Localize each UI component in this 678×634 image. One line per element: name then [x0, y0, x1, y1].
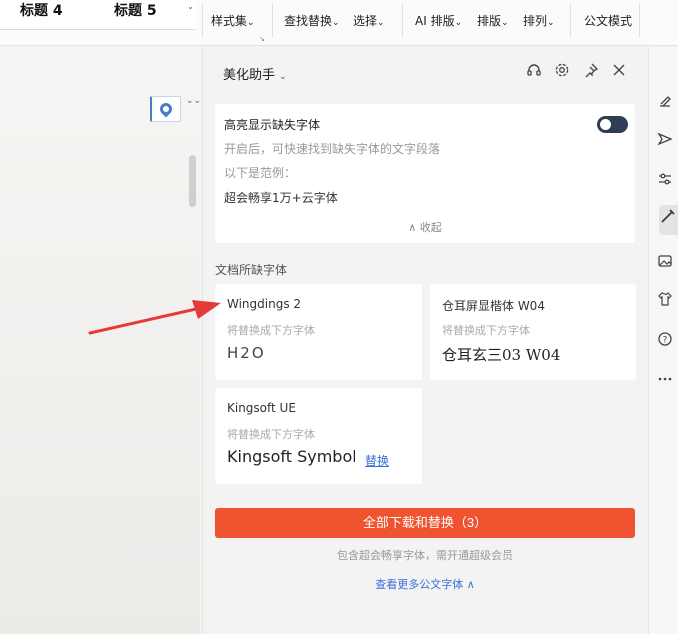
shirt-icon[interactable] [657, 291, 678, 313]
select-button[interactable]: 选择⌄ [353, 12, 385, 29]
membership-note: 包含超会畅享字体，需开通超级会员 [337, 549, 513, 562]
layout-button[interactable]: 排版⌄ [477, 12, 509, 29]
font-card-wingdings2[interactable]: Wingdings 2 将替换成下方字体 H2O [215, 284, 422, 380]
beautify-assistant-panel: 美化助手 ⌄ 高亮显示缺失字体 开启后，可快速找到缺失字体的文字段落 以下是范例：… [202, 47, 647, 634]
style-heading-5[interactable]: 标题 5 [114, 0, 157, 20]
panel-title[interactable]: 美化助手 ⌄ [223, 64, 287, 83]
ai-layout-button[interactable]: AI 排版⌄ [415, 12, 462, 29]
ribbon-divider [202, 4, 203, 38]
official-doc-mode-button[interactable]: 公文模式 [584, 12, 632, 29]
headset-icon[interactable] [524, 62, 544, 82]
magic-wand-icon[interactable] [659, 205, 678, 235]
font-card-replacement: 仓耳玄三03 W04 [442, 346, 561, 364]
download-replace-all-button[interactable]: 全部下载和替换（3） [215, 508, 635, 538]
ribbon-divider [570, 4, 571, 38]
replace-link[interactable]: 替换 [365, 452, 389, 469]
close-icon[interactable] [609, 62, 629, 82]
ribbon-divider [272, 4, 273, 38]
font-card-replacement: H2O [227, 344, 266, 362]
font-card-hint: 将替换成下方字体 [442, 324, 530, 337]
help-icon[interactable]: ? [657, 331, 678, 353]
ribbon-divider [402, 4, 403, 38]
image-icon[interactable] [657, 253, 678, 275]
example-sample: 超会畅享1万+云字体 [224, 191, 338, 205]
pin-icon[interactable] [581, 62, 601, 82]
svg-text:?: ? [663, 336, 668, 346]
more-official-fonts-link[interactable]: 查看更多公文字体 ∧ [203, 576, 647, 592]
find-replace-button[interactable]: 查找替换⌄ [284, 12, 340, 29]
font-card-cang-er[interactable]: 仓耳屏显楷体 W04 将替换成下方字体 仓耳玄三03 W04 [430, 284, 636, 380]
dialog-launcher-icon[interactable]: ↘ [259, 35, 265, 43]
ribbon-divider [639, 4, 640, 38]
style-gallery: 标题 4 标题 5 ⌄ [0, 0, 196, 30]
missing-fonts-heading: 文档所缺字体 [215, 263, 288, 277]
font-card-name: Wingdings 2 [227, 297, 302, 311]
font-card-name: 仓耳屏显楷体 W04 [442, 299, 545, 313]
style-set-button[interactable]: 样式集⌄ [211, 12, 255, 29]
right-sidebar-toolbar: ? [648, 47, 678, 634]
document-canvas[interactable]: ⌄⌄ [0, 47, 201, 634]
ribbon-toolbar: 标题 4 标题 5 ⌄ ↘ 样式集⌄ 查找替换⌄ 选择⌄ AI 排版⌄ 排版⌄ … [0, 0, 678, 46]
highlight-toggle[interactable] [597, 116, 628, 133]
font-card-replacement: Kingsoft Symbol [227, 447, 355, 466]
toggle-knob [600, 119, 611, 130]
document-scrollbar[interactable] [189, 155, 196, 207]
arrange-button[interactable]: 排列⌄ [523, 12, 555, 29]
map-pin-icon [157, 100, 175, 118]
collapse-link[interactable]: ∧ 收起 [215, 219, 635, 235]
style-heading-4[interactable]: 标题 4 [20, 0, 63, 20]
send-icon[interactable] [657, 131, 678, 153]
adjust-icon[interactable] [657, 171, 678, 193]
gear-icon[interactable] [552, 62, 572, 82]
style-gallery-scroll-icon[interactable]: ⌄ [185, 0, 196, 30]
font-card-hint: 将替换成下方字体 [227, 324, 315, 337]
chevron-down-icon: ⌄ [279, 72, 287, 82]
eraser-icon[interactable] [657, 93, 678, 115]
locate-button[interactable] [150, 96, 181, 122]
highlight-missing-fonts-card: 高亮显示缺失字体 开启后，可快速找到缺失字体的文字段落 以下是范例： 超会畅享1… [215, 104, 635, 243]
font-card-kingsoft-ue[interactable]: Kingsoft UE 将替换成下方字体 Kingsoft Symbol 替换 [215, 388, 422, 484]
font-card-name: Kingsoft UE [227, 401, 296, 415]
font-card-hint: 将替换成下方字体 [227, 428, 315, 441]
highlight-title: 高亮显示缺失字体 [224, 118, 321, 132]
example-label: 以下是范例： [224, 166, 297, 180]
highlight-description: 开启后，可快速找到缺失字体的文字段落 [224, 142, 441, 156]
more-icon[interactable] [657, 371, 678, 393]
collapse-arrows-icon[interactable]: ⌄⌄ [186, 97, 201, 106]
